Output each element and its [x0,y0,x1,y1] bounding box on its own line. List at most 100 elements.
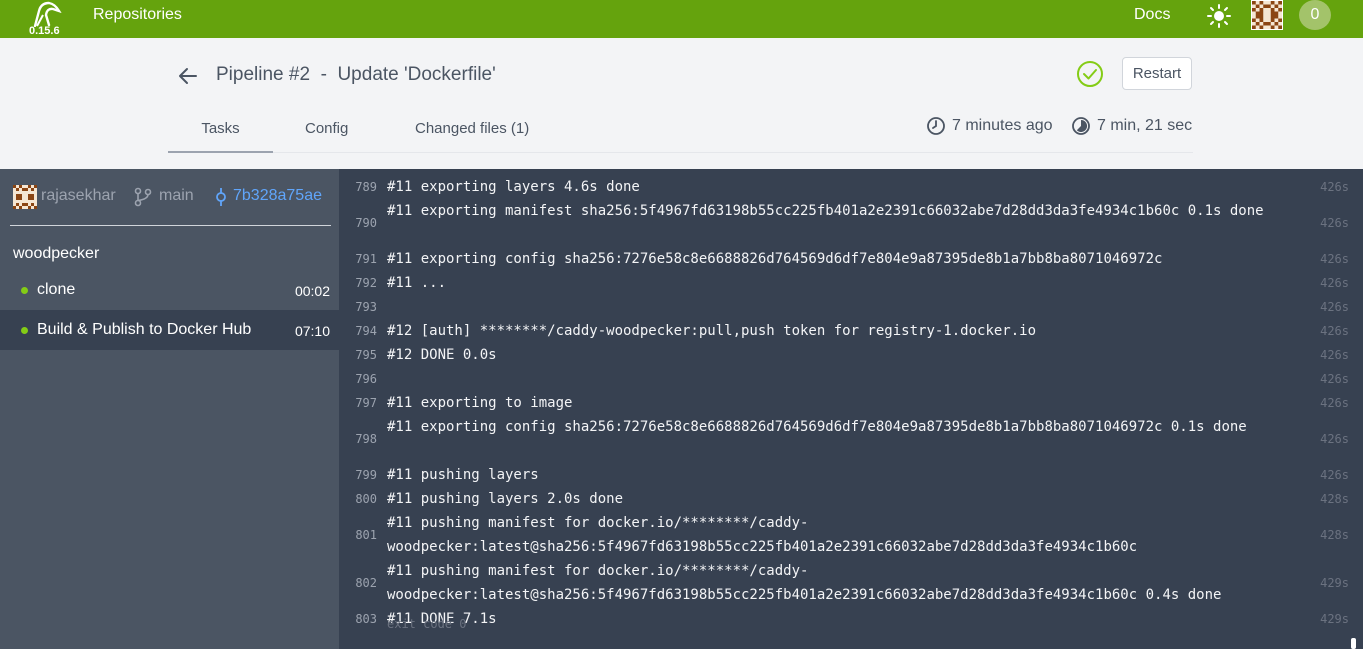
step-name: Build & Publish to Docker Hub [37,321,252,338]
log-scrollbar[interactable] [1351,638,1356,649]
restart-button[interactable]: Restart [1122,57,1192,90]
page-title: Pipeline #2 - Update 'Dockerfile' [216,64,496,85]
line-timestamp: 429s [1320,612,1349,626]
created-time: 7 minutes ago [952,117,1053,134]
duration-text: 7 min, 21 sec [1097,117,1193,134]
line-text: #11 pushing manifest for docker.io/*****… [387,515,1138,555]
sidebar-divider [10,225,331,226]
line-text: #12 [auth] ********/caddy-woodpecker:pul… [387,323,1037,339]
line-text: #11 ... [387,275,447,291]
line-text: #11 exporting layers 4.6s done [387,179,640,195]
log-line: 799 #11 pushing layers 426s [339,463,1349,487]
line-timestamp: 426s [1320,252,1349,266]
line-text: #11 pushing layers [387,467,539,483]
user-avatar[interactable] [1251,0,1283,30]
pipeline-created: 7 minutes ago [926,116,1053,136]
line-text: #12 DONE 0.0s [387,347,497,363]
log-line: 790 #11 exporting manifest sha256:5f4967f… [339,199,1349,247]
line-timestamp: 426s [1320,432,1349,446]
home-link[interactable]: 0.15.6 [26,0,66,38]
exit-code: exit code 0 [387,617,467,631]
line-number[interactable]: 796 [339,372,377,386]
tab-tasks[interactable]: Tasks [168,120,273,153]
log-line: 794 #12 [auth] ********/caddy-woodpecker:… [339,319,1349,343]
branch-icon [134,187,152,207]
log-line: 798 #11 exporting config sha256:7276e58c8… [339,415,1349,463]
back-arrow-icon[interactable] [176,64,200,88]
commit-branch: main [159,187,194,204]
line-number[interactable]: 801 [339,528,377,542]
step-status-dot [21,327,28,334]
line-timestamp: 426s [1320,348,1349,362]
line-timestamp: 426s [1320,324,1349,338]
log-line: 791 #11 exporting config sha256:7276e58c8… [339,247,1349,271]
line-text: #11 exporting config sha256:7276e58c8e66… [387,251,1163,267]
line-timestamp: 426s [1320,372,1349,386]
log-line: 797 #11 exporting to image 426s [339,391,1349,415]
line-timestamp: 429s [1320,576,1349,590]
line-timestamp: 428s [1320,528,1349,542]
sun-icon[interactable] [1207,4,1231,28]
line-text: #11 pushing layers 2.0s done [387,491,624,507]
line-number[interactable]: 798 [339,432,377,446]
step-duration: 07:10 [294,323,330,339]
top-navbar: 0.15.6 Repositories Docs 0 [0,0,1363,38]
steps-sidebar: rajasekhar main 7b328a75ae woodpecker cl… [0,169,339,649]
clock-icon [927,117,945,135]
step-duration: 00:02 [294,283,330,299]
status-success-icon [1077,61,1103,87]
line-number[interactable]: 795 [339,348,377,362]
line-text: #11 exporting config sha256:7276e58c8e66… [387,419,1247,435]
app-version: 0.15.6 [29,25,60,37]
nav-docs[interactable]: Docs [1134,6,1170,24]
tab-config[interactable]: Config [305,120,348,153]
notification-badge[interactable]: 0 [1299,0,1331,30]
log-viewer[interactable]: 789 #11 exporting layers 4.6s done 426s 790… [339,169,1363,649]
log-line: 802 #11 pushing manifest for docker.io/**… [339,559,1349,607]
step-clone[interactable]: clone 00:02 [0,270,339,310]
line-text: #11 DONE 7.1s [387,611,497,627]
line-number[interactable]: 800 [339,492,377,506]
line-number[interactable]: 791 [339,252,377,266]
line-number[interactable]: 802 [339,576,377,590]
log-line: 796 426s [339,367,1349,391]
line-number[interactable]: 790 [339,216,377,230]
line-text: #11 exporting to image [387,395,573,411]
line-text: #11 pushing manifest for docker.io/*****… [387,563,1222,603]
woodpecker-logo-icon [33,1,62,27]
nav-repositories[interactable]: Repositories [93,6,182,24]
step-status-dot [21,287,28,294]
line-timestamp: 426s [1320,468,1349,482]
line-number[interactable]: 792 [339,276,377,290]
workflow-name: woodpecker [13,245,100,262]
line-number[interactable]: 794 [339,324,377,338]
timelapse-icon [1072,117,1090,135]
line-number[interactable]: 799 [339,468,377,482]
line-timestamp: 426s [1320,300,1349,314]
commit-info: rajasekhar main 7b328a75ae [0,169,339,226]
line-timestamp: 426s [1320,216,1349,230]
tab-changed-files[interactable]: Changed files (1) [415,120,529,153]
line-number[interactable]: 803 [339,612,377,626]
commit-sha-link[interactable]: 7b328a75ae [233,187,322,205]
author-avatar [13,185,37,209]
step-build-publish[interactable]: Build & Publish to Docker Hub 07:10 [0,310,339,350]
line-timestamp: 426s [1320,180,1349,194]
step-name: clone [37,281,76,298]
log-line: 793 426s [339,295,1349,319]
log-line: 800 #11 pushing layers 2.0s done 428s [339,487,1349,511]
line-timestamp: 426s [1320,396,1349,410]
log-line: 792 #11 ... 426s [339,271,1349,295]
log-line: 801 #11 pushing manifest for docker.io/**… [339,511,1349,559]
line-timestamp: 426s [1320,276,1349,290]
line-number[interactable]: 793 [339,300,377,314]
line-number[interactable]: 789 [339,180,377,194]
line-text: #11 exporting manifest sha256:5f4967fd63… [387,203,1264,219]
pipeline-header: Pipeline #2 - Update 'Dockerfile' Restar… [0,38,1363,169]
line-number[interactable]: 797 [339,396,377,410]
log-line: 803 #11 DONE 7.1s 429s [339,607,1349,631]
log-line: 795 #12 DONE 0.0s 426s [339,343,1349,367]
log-line: 789 #11 exporting layers 4.6s done 426s [339,175,1349,199]
commit-author: rajasekhar [41,187,116,204]
line-timestamp: 428s [1320,492,1349,506]
